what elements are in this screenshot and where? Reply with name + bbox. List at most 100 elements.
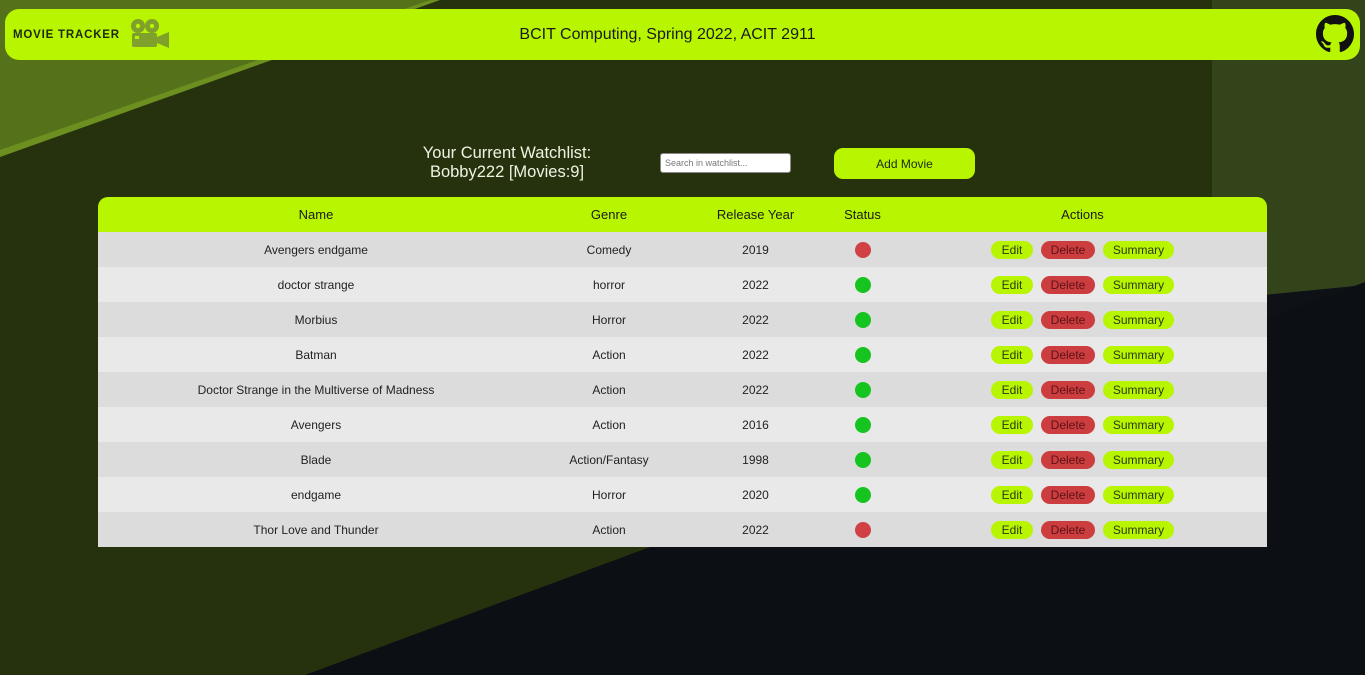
edit-button[interactable]: Edit [991, 380, 1033, 399]
table-row: Avengers endgame Comedy 2019 Edit Delete Summ… [98, 232, 1267, 267]
actions-cell: Edit Delete Summary [898, 477, 1267, 512]
delete-button[interactable]: Delete [1041, 520, 1095, 539]
movie-name: Avengers endgame [264, 242, 368, 257]
watchlist-title: Your Current Watchlist: [422, 144, 592, 162]
status-green-icon [854, 416, 871, 433]
search-input[interactable] [660, 153, 791, 173]
movie-release-year: 2022 [742, 347, 769, 362]
table-row: doctor strange horror 2022 Edit Delete Summar… [98, 267, 1267, 302]
movie-name: doctor strange [277, 277, 355, 292]
github-icon[interactable] [1316, 15, 1354, 53]
table-row: Avengers Action 2016 Edit Delete Summary [98, 407, 1267, 442]
header-genre[interactable]: Genre [534, 197, 684, 232]
movie-name: Doctor Strange in the Multiverse of Madn… [197, 382, 435, 397]
delete-button[interactable]: Delete [1041, 380, 1095, 399]
add-movie-button[interactable]: Add Movie [834, 148, 975, 179]
nav-title: BCIT Computing, Spring 2022, ACIT 2911 [519, 26, 816, 43]
movie-name: Avengers [290, 417, 342, 432]
movie-genre: horror [592, 277, 625, 292]
movie-name: endgame [290, 487, 342, 502]
delete-button[interactable]: Delete [1041, 310, 1095, 329]
summary-button[interactable]: Summary [1103, 520, 1174, 539]
movie-genre: Comedy [586, 242, 632, 257]
table-row: Blade Action/Fantasy 1998 Edit Delete Summary [98, 442, 1267, 477]
status-cell [827, 232, 898, 267]
status-green-icon [854, 276, 871, 293]
edit-button[interactable]: Edit [991, 240, 1033, 259]
movie-release-year: 2020 [742, 487, 769, 502]
summary-button[interactable]: Summary [1103, 275, 1174, 294]
movie-genre: Horror [591, 312, 626, 327]
actions-cell: Edit Delete Summary [898, 232, 1267, 267]
movie-release-year: 1998 [742, 452, 769, 467]
navbar: MOVIE TRACKER BCIT Computing, Spring 202… [5, 9, 1360, 60]
actions-cell: Edit Delete Summary [898, 337, 1267, 372]
edit-button[interactable]: Edit [991, 415, 1033, 434]
delete-button[interactable]: Delete [1041, 345, 1095, 364]
header-actions: Actions [1061, 207, 1104, 222]
watchlist-user-count: Bobby222 [Movies:9] [429, 163, 585, 181]
delete-button[interactable]: Delete [1041, 485, 1095, 504]
movie-release-year: 2022 [742, 277, 769, 292]
movie-genre: Action [592, 382, 626, 397]
summary-button[interactable]: Summary [1103, 450, 1174, 469]
summary-button[interactable]: Summary [1103, 240, 1174, 259]
summary-button[interactable]: Summary [1103, 345, 1174, 364]
movie-name: Morbius [294, 312, 338, 327]
status-red-icon [854, 241, 871, 258]
status-cell [827, 407, 898, 442]
delete-button[interactable]: Delete [1041, 240, 1095, 259]
movie-name: Blade [300, 452, 332, 467]
edit-button[interactable]: Edit [991, 485, 1033, 504]
status-green-icon [854, 311, 871, 328]
table-row: Doctor Strange in the Multiverse of Madn… [98, 372, 1267, 407]
table-row: Thor Love and Thunder Action 2022 Edit Delet… [98, 512, 1267, 547]
watchlist-table: Name Genre Release Year Status Actions A… [98, 197, 1267, 547]
actions-cell: Edit Delete Summary [898, 442, 1267, 477]
edit-button[interactable]: Edit [991, 520, 1033, 539]
status-green-icon [854, 451, 871, 468]
status-cell [827, 337, 898, 372]
movie-release-year: 2019 [742, 242, 769, 257]
status-cell [827, 512, 898, 547]
summary-button[interactable]: Summary [1103, 310, 1174, 329]
header-name[interactable]: Name [98, 197, 534, 232]
delete-button[interactable]: Delete [1041, 450, 1095, 469]
watchlist-heading: Your Current Watchlist: Bobby222 [Movies… [398, 144, 616, 182]
actions-cell: Edit Delete Summary [898, 512, 1267, 547]
summary-button[interactable]: Summary [1103, 485, 1174, 504]
status-cell [827, 442, 898, 477]
actions-cell: Edit Delete Summary [898, 302, 1267, 337]
movie-name: Batman [295, 347, 337, 362]
status-cell [827, 302, 898, 337]
table-row: endgame Horror 2020 Edit Delete Summary [98, 477, 1267, 512]
status-cell [827, 372, 898, 407]
delete-button[interactable]: Delete [1041, 415, 1095, 434]
movie-release-year: 2022 [742, 522, 769, 537]
status-cell [827, 477, 898, 512]
table-row: Batman Action 2022 Edit Delete Summary [98, 337, 1267, 372]
movie-release-year: 2022 [742, 382, 769, 397]
movie-release-year: 2016 [742, 417, 769, 432]
status-red-icon [854, 521, 871, 538]
status-green-icon [854, 346, 871, 363]
edit-button[interactable]: Edit [991, 275, 1033, 294]
status-cell [827, 267, 898, 302]
actions-cell: Edit Delete Summary [898, 267, 1267, 302]
header-status[interactable]: Status [827, 197, 898, 232]
actions-cell: Edit Delete Summary [898, 407, 1267, 442]
edit-button[interactable]: Edit [991, 345, 1033, 364]
movie-genre: Action/Fantasy [569, 452, 649, 467]
table-header: Name Genre Release Year Status Actions [98, 197, 1267, 232]
summary-button[interactable]: Summary [1103, 380, 1174, 399]
movie-genre: Action [592, 417, 626, 432]
delete-button[interactable]: Delete [1041, 275, 1095, 294]
header-release-year[interactable]: Release Year [684, 197, 827, 232]
actions-cell: Edit Delete Summary [898, 372, 1267, 407]
table-body: Avengers endgame Comedy 2019 Edit Delete Summ… [98, 232, 1267, 547]
status-green-icon [854, 381, 871, 398]
edit-button[interactable]: Edit [991, 310, 1033, 329]
summary-button[interactable]: Summary [1103, 415, 1174, 434]
edit-button[interactable]: Edit [991, 450, 1033, 469]
movie-name: Thor Love and Thunder [253, 522, 379, 537]
